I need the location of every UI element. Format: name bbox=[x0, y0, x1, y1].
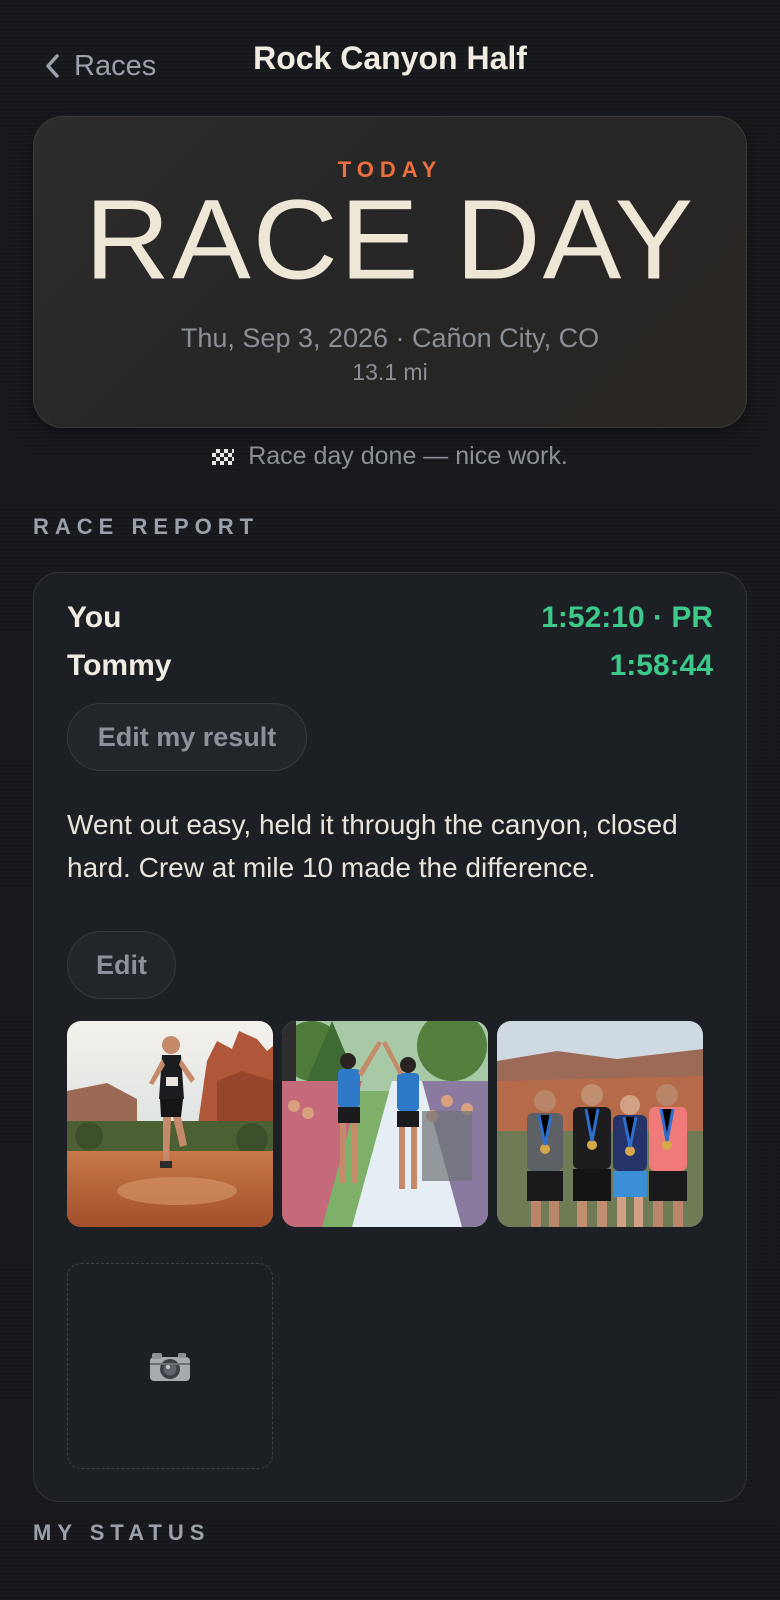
page-title: Rock Canyon Half bbox=[253, 40, 527, 76]
nav-bar: Races Rock Canyon Half bbox=[0, 0, 780, 120]
result-row: You 1:52:10 · PR bbox=[67, 601, 713, 635]
high-five-finish-photo[interactable] bbox=[282, 1021, 488, 1227]
status-message-text: Race day done — nice work. bbox=[248, 442, 568, 470]
race-report-card: You 1:52:10 · PR Tommy 1:58:44 Edit my r… bbox=[33, 572, 747, 1502]
finish-time: 1:52:10 · PR bbox=[541, 601, 713, 634]
race-notes: Went out easy, held it through the canyo… bbox=[67, 809, 678, 883]
edit-notes-button[interactable]: Edit bbox=[67, 931, 176, 999]
runner-name: Tommy bbox=[67, 649, 172, 682]
checkered-flag-icon bbox=[212, 449, 235, 465]
runner-name: You bbox=[67, 601, 122, 634]
edit-result-button[interactable]: Edit my result bbox=[67, 703, 307, 771]
race-distance: 13.1 mi bbox=[352, 359, 428, 385]
add-photo-button[interactable] bbox=[67, 1263, 273, 1469]
result-row: Tommy 1:58:44 bbox=[67, 649, 713, 683]
group-medal-photo[interactable] bbox=[497, 1021, 703, 1227]
finish-time: 1:58:44 bbox=[609, 649, 713, 682]
runner-in-canyon-photo[interactable] bbox=[67, 1021, 273, 1227]
status-message: Race day done — nice work. bbox=[0, 442, 780, 471]
camera-icon bbox=[150, 1353, 190, 1381]
race-report-heading: RACE REPORT bbox=[33, 514, 260, 539]
hero-headline: RACE DAY bbox=[84, 176, 696, 304]
race-date-location: Thu, Sep 3, 2026 · Cañon City, CO bbox=[180, 323, 600, 353]
my-status-heading: MY STATUS bbox=[33, 1520, 211, 1545]
race-day-hero-card: TODAY RACE DAY Thu, Sep 3, 2026 · Cañon … bbox=[33, 116, 747, 428]
